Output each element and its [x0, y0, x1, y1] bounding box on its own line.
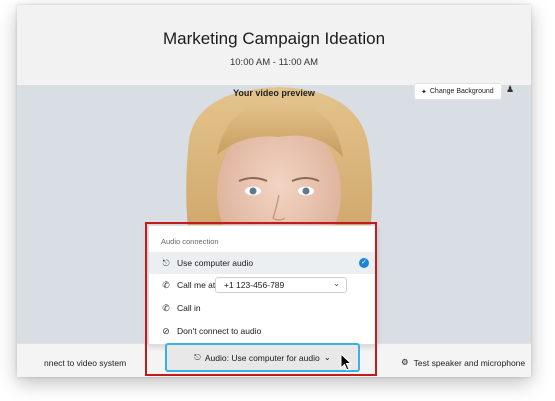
accessibility-icon[interactable]: ♟ [506, 84, 514, 95]
mouse-cursor-icon [340, 353, 352, 371]
test-speaker-label: Test speaker and microphone [413, 357, 526, 368]
meeting-time: 10:00 AM - 11:00 AM [229, 57, 318, 68]
change-background-label: Change Background [429, 88, 494, 95]
meeting-header: Marketing Campaign Ideation 10:00 AM - 1… [17, 5, 531, 85]
test-speaker-button[interactable]: ⚙ Test speaker and microphone [401, 357, 525, 368]
gear-icon: ⚙ [401, 357, 409, 367]
connect-video-system-button[interactable]: nnect to video system [44, 358, 126, 368]
meeting-title: Marketing Campaign Ideation [162, 29, 386, 48]
change-background-button[interactable]: ✦ Change Background [414, 83, 502, 100]
magic-wand-icon: ✦ [421, 88, 427, 96]
